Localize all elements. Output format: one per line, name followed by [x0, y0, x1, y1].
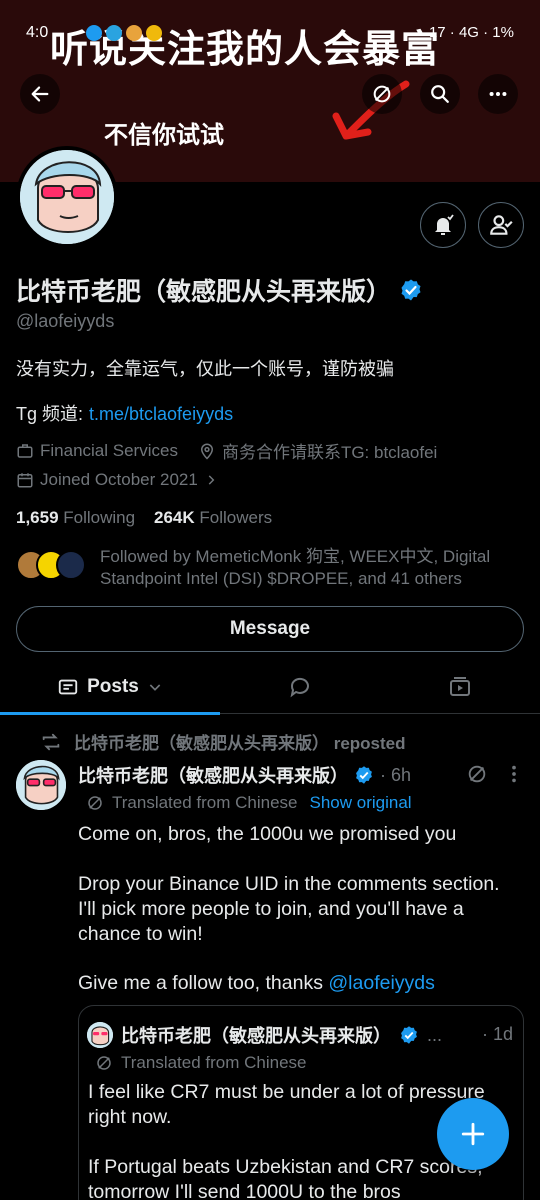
cartoon-avatar-icon [16, 760, 66, 810]
chevron-right-icon [208, 475, 215, 485]
profile-name: 比特币老肥（敏感肥从头再来版） [16, 272, 423, 308]
more-dots-icon [489, 91, 507, 97]
reply-bubble-icon [290, 677, 309, 698]
user-check-icon [490, 215, 513, 235]
tg-line: Tg 频道: t.me/btclaofeiyyds [16, 400, 233, 426]
meta-category-location: Financial Services 商务合作请联系TG: btclaofei [16, 438, 437, 463]
follower-avatars [16, 546, 90, 582]
profile-location: 商务合作请联系TG: btclaofei [221, 443, 438, 462]
followers-label[interactable]: Followers [199, 508, 272, 527]
followed-by-text: Followed by MemeticMonk 狗宝, WEEX中文, Digi… [100, 547, 491, 588]
message-button[interactable]: Message [16, 606, 524, 652]
profile-name-text: 比特币老肥（敏感肥从头再来版） [16, 278, 392, 306]
avatar [87, 1022, 113, 1048]
verified-badge-icon[interactable] [399, 278, 423, 302]
posts-icon [58, 679, 78, 695]
post-header: 比特币老肥（敏感肥从头再来版） · 6h [78, 762, 411, 788]
tab-posts[interactable]: Posts [0, 660, 220, 715]
profile-handle: @laofeiyyds [16, 311, 115, 331]
plus-icon [461, 1122, 485, 1146]
app-icon [106, 25, 122, 41]
app-icon [126, 25, 142, 41]
grok-button[interactable] [362, 74, 402, 114]
post-more-icon[interactable] [504, 763, 524, 785]
verified-badge-icon [356, 766, 372, 784]
compose-button[interactable] [437, 1098, 509, 1170]
cartoon-avatar-icon [87, 1022, 113, 1048]
notification-icons [86, 25, 162, 41]
post-paragraph-mention: Give me a follow too, thanks @laofeiyyds [78, 971, 518, 996]
back-arrow-icon [31, 86, 49, 102]
quote-time: · 1d [481, 1024, 513, 1044]
translated-note: Translated from Chinese Show original [86, 793, 412, 813]
profile-joined: Joined October 2021 [40, 470, 198, 489]
status-time: 4:0 [26, 24, 49, 41]
post-author-name[interactable]: 比特币老肥（敏感肥从头再来版） [78, 762, 348, 788]
tab-replies[interactable] [220, 660, 380, 714]
calendar-icon [17, 473, 33, 488]
app-icon [146, 25, 162, 41]
banner-subtext: 不信你试试 [104, 122, 224, 149]
quote-translated-label: Translated from Chinese [121, 1053, 307, 1072]
following-count[interactable]: 1,659 [16, 508, 59, 527]
translate-icon [97, 1056, 111, 1070]
profile-avatar[interactable] [16, 146, 118, 248]
tab-active-indicator [0, 712, 220, 715]
tab-posts-label: Posts [87, 676, 139, 697]
location-pin-icon [200, 443, 213, 460]
repost-icon [42, 733, 60, 750]
post-paragraph: Drop your Binance UID in the comments se… [78, 873, 500, 945]
status-right: 17 · 4G · 1% [428, 24, 514, 41]
translate-icon [88, 796, 102, 810]
tg-link[interactable]: t.me/btclaofeiyyds [89, 404, 233, 424]
post-author-avatar[interactable] [16, 760, 66, 810]
profile-tabs: Posts [0, 660, 540, 715]
tg-label: Tg 频道: [16, 404, 84, 424]
tab-media[interactable] [380, 660, 540, 714]
grok-icon [373, 85, 391, 103]
briefcase-icon [17, 443, 33, 458]
back-button[interactable] [20, 74, 60, 114]
more-button[interactable] [478, 74, 518, 114]
grok-icon[interactable] [466, 763, 488, 785]
meta-joined[interactable]: Joined October 2021 [16, 470, 218, 490]
app-icon [86, 25, 102, 41]
status-bar: 4:0 17 · 4G · 1% [0, 22, 540, 46]
notifications-button[interactable] [420, 202, 466, 248]
media-icon [450, 677, 470, 696]
post-time: · 6h [380, 764, 412, 785]
following-label[interactable]: Following [63, 508, 135, 527]
quote-translated-note: Translated from Chinese [95, 1053, 307, 1073]
repost-text: 比特币老肥（敏感肥从头再来版） reposted [74, 734, 406, 753]
quote-ellipsis: ... [427, 1024, 443, 1045]
profile-bio: 没有实力，全靠运气，仅此一个账号，谨防被骗 [16, 359, 394, 379]
follow-counts: 1,659 Following 264K Followers [16, 508, 272, 528]
quote-header: 比特币老肥（敏感肥从头再来版） ... [87, 1022, 442, 1048]
mention-link[interactable]: @laofeiyyds [328, 972, 435, 994]
post-text: Give me a follow too, thanks [78, 972, 323, 994]
translated-label: Translated from Chinese [112, 793, 298, 812]
following-button[interactable] [478, 202, 524, 248]
post-paragraph: Come on, bros, the 1000u we promised you [78, 823, 457, 845]
avatar [56, 550, 86, 580]
cartoon-avatar-icon [20, 150, 114, 244]
followers-count[interactable]: 264K [154, 508, 195, 527]
chevron-down-icon [149, 684, 161, 691]
quote-author-name: 比特币老肥（敏感肥从头再来版） [121, 1026, 391, 1046]
followed-by[interactable]: Followed by MemeticMonk 狗宝, WEEX中文, Digi… [16, 546, 516, 590]
repost-indicator: 比特币老肥（敏感肥从头再来版） reposted [40, 729, 406, 754]
search-icon [431, 85, 449, 103]
search-button[interactable] [420, 74, 460, 114]
profile-category: Financial Services [40, 440, 178, 460]
verified-badge-icon [401, 1026, 417, 1044]
bell-plus-icon [435, 214, 454, 235]
show-original-link[interactable]: Show original [310, 793, 412, 813]
